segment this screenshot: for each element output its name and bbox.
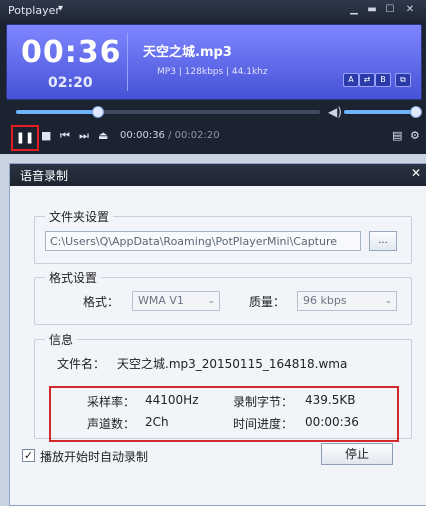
seek-row: ◀) xyxy=(0,102,426,122)
voice-record-dialog: 语音录制 ✕ 文件夹设置 C:\Users\Q\AppData\Roaming\… xyxy=(9,163,426,506)
volume-slider[interactable] xyxy=(344,110,416,114)
bytes-value: 439.5KB xyxy=(305,393,356,407)
player-window: Potplayer ▾ ▁ ▬ ☐ ✕ 00:36 02:20 天空之城.mp3… xyxy=(0,0,426,154)
format-label: 格式： xyxy=(83,295,120,309)
chevron-down-icon: ⌄ xyxy=(384,296,392,306)
filename-value: 天空之城.mp3_20150115_164818.wma xyxy=(117,357,348,371)
ab-a-button[interactable]: A xyxy=(343,73,359,87)
stop-button[interactable]: 停止 xyxy=(321,443,393,465)
volume-handle[interactable] xyxy=(410,106,422,118)
subtitle-icon[interactable]: ⧉ xyxy=(395,73,411,87)
recording-stats-box: 采样率： 44100Hz 录制字节： 439.5KB 声道数： 2Ch 时间进度… xyxy=(49,386,399,442)
format-settings-label: 格式设置 xyxy=(45,269,102,286)
settings-gear-icon[interactable]: ⚙ xyxy=(410,129,420,142)
format-select-value: WMA V1 xyxy=(138,294,184,307)
volume-fill xyxy=(344,110,416,114)
channels-label: 声道数： xyxy=(87,417,136,431)
filename-label: 文件名： xyxy=(57,357,106,371)
quality-select-value: 96 kbps xyxy=(303,294,347,307)
control-bar: ❚❚ ■ ⏮ ⏭ ⏏ 00:00:36 / 00:02:20 ▤ ⚙ xyxy=(0,124,426,151)
display-divider xyxy=(127,33,128,91)
previous-icon[interactable]: ⏮ xyxy=(60,129,70,143)
app-title: Potplayer xyxy=(8,4,60,17)
readout-current: 00:00:36 xyxy=(120,130,165,141)
sample-rate-value: 44100Hz xyxy=(145,393,199,407)
current-time: 00:36 xyxy=(21,35,122,70)
seek-handle[interactable] xyxy=(92,106,105,118)
maximize-icon[interactable]: ☐ xyxy=(382,3,398,17)
chevron-down-icon: ⌄ xyxy=(207,296,215,306)
close-icon[interactable]: ✕ xyxy=(402,3,418,17)
progress-value: 00:00:36 xyxy=(305,415,359,429)
mini-mode-icon[interactable]: ▬ xyxy=(364,3,380,17)
playlist-icon[interactable]: ▤ xyxy=(392,129,402,142)
dialog-title: 语音录制 xyxy=(20,169,69,183)
track-title: 天空之城.mp3 xyxy=(143,45,232,60)
stop-icon[interactable]: ■ xyxy=(41,129,51,142)
player-titlebar[interactable]: Potplayer ▾ ▁ ▬ ☐ ✕ xyxy=(0,0,426,22)
info-label: 信息 xyxy=(45,331,78,348)
format-select[interactable]: WMA V1 ⌄ xyxy=(132,291,220,311)
ab-repeat-icon[interactable]: ⇄ xyxy=(359,73,375,87)
dialog-close-icon[interactable]: ✕ xyxy=(411,166,421,180)
autostart-checkbox[interactable]: ✓ xyxy=(22,449,35,462)
quality-select[interactable]: 96 kbps ⌄ xyxy=(297,291,397,311)
volume-icon[interactable]: ◀) xyxy=(328,105,342,119)
readout-separator: / xyxy=(164,130,175,141)
folder-settings-label: 文件夹设置 xyxy=(45,208,114,225)
progress-label: 时间进度： xyxy=(233,417,294,431)
seek-bar-fill xyxy=(16,110,99,114)
minimize-icon[interactable]: ▁ xyxy=(346,3,362,17)
info-group: 信息 文件名： 天空之城.mp3_20150115_164818.wma 采样率… xyxy=(34,331,412,442)
bytes-label: 录制字节： xyxy=(233,395,294,409)
format-settings-group: 格式设置 格式： WMA V1 ⌄ 质量： 96 kbps ⌄ xyxy=(34,269,412,325)
quality-label: 质量： xyxy=(249,295,286,309)
pause-button[interactable]: ❚❚ xyxy=(11,125,39,151)
time-readout: 00:00:36 / 00:02:20 xyxy=(120,130,220,141)
sample-rate-label: 采样率： xyxy=(87,395,136,409)
seek-bar[interactable] xyxy=(16,110,320,114)
ab-b-button[interactable]: B xyxy=(375,73,391,87)
readout-total: 00:02:20 xyxy=(174,130,220,141)
folder-path-field[interactable]: C:\Users\Q\AppData\Roaming\PotPlayerMini… xyxy=(45,231,361,251)
info-display: 00:36 02:20 天空之城.mp3 MP3 | 128kbps | 44.… xyxy=(6,24,422,100)
browse-button[interactable]: ... xyxy=(369,231,397,251)
track-info: MP3 | 128kbps | 44.1khz xyxy=(157,67,268,77)
menu-arrow-icon[interactable]: ▾ xyxy=(58,3,63,14)
dialog-titlebar[interactable]: 语音录制 ✕ xyxy=(10,164,426,186)
next-icon[interactable]: ⏭ xyxy=(79,129,89,143)
autostart-label: 播放开始时自动录制 xyxy=(40,450,149,464)
folder-settings-group: 文件夹设置 C:\Users\Q\AppData\Roaming\PotPlay… xyxy=(34,208,412,264)
eject-icon[interactable]: ⏏ xyxy=(98,129,108,142)
total-time: 02:20 xyxy=(48,75,93,91)
channels-value: 2Ch xyxy=(145,415,169,429)
